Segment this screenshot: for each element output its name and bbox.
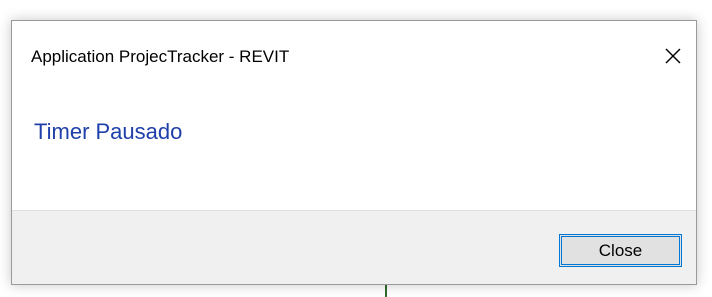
dialog-message: Timer Pausado [34, 119, 183, 144]
background-line [385, 285, 387, 297]
dialog-content: Timer Pausado [12, 91, 696, 210]
close-icon-glyph [665, 48, 681, 64]
dialog-footer: Close [12, 210, 696, 284]
message-dialog: Application ProjecTracker - REVIT Timer … [11, 20, 697, 285]
dialog-titlebar: Application ProjecTracker - REVIT [12, 21, 696, 91]
close-button[interactable]: Close [559, 234, 682, 267]
dialog-title: Application ProjecTracker - REVIT [31, 47, 290, 66]
close-icon[interactable] [658, 41, 688, 71]
